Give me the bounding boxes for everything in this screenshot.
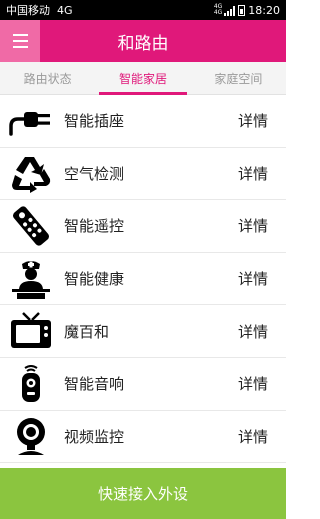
carrier-label: 中国移动 4G [6,4,73,17]
recycle-icon [3,151,59,195]
device-row-mobaihe[interactable]: 魔百和 详情 [0,305,286,358]
webcam-icon [3,414,59,458]
device-label: 魔百和 [64,322,110,341]
app-header: 和路由 [0,20,286,62]
tab-bar: 路由状态 智能家居 家庭空间 [0,62,286,95]
device-row-air-quality[interactable]: 空气检测 详情 [0,148,286,201]
detail-link[interactable]: 详情 [238,373,268,394]
signal-icon: 4G 4G [214,4,236,16]
quick-connect-button[interactable]: 快速接入外设 [0,468,286,519]
device-row-smart-plug[interactable]: 智能插座 详情 [0,95,286,148]
tab-smart-home[interactable]: 智能家居 [95,62,190,95]
device-list: 智能插座 详情 空气检测 详情 智能遥控 详情 智能健康 详情 魔百和 详情 智… [0,95,286,464]
tab-home-space[interactable]: 家庭空间 [191,62,286,94]
tv-icon [3,309,59,353]
device-label: 智能插座 [64,112,125,131]
remote-icon [3,204,59,248]
device-row-video-monitor[interactable]: 视频监控 详情 [0,411,286,464]
device-label: 空气检测 [64,164,125,183]
device-row-smart-speaker[interactable]: 智能音响 详情 [0,358,286,411]
device-label: 视频监控 [64,427,125,446]
detail-link[interactable]: 详情 [238,215,268,236]
plug-icon [3,99,59,143]
detail-link[interactable]: 详情 [238,321,268,342]
tab-router-status[interactable]: 路由状态 [0,62,95,94]
device-label: 智能健康 [64,270,125,289]
detail-link[interactable]: 详情 [238,110,268,131]
device-label: 智能音响 [64,375,125,394]
nurse-icon [3,257,59,301]
detail-link[interactable]: 详情 [238,268,268,289]
page-title: 和路由 [117,33,169,54]
device-row-smart-health[interactable]: 智能健康 详情 [0,253,286,306]
clock: 18:20 [248,3,280,17]
battery-icon [238,4,246,16]
device-label: 智能遥控 [64,217,125,236]
device-row-smart-remote[interactable]: 智能遥控 详情 [0,200,286,253]
status-icons: 4G 4G 18:20 [214,4,280,17]
detail-link[interactable]: 详情 [238,426,268,447]
status-bar: 中国移动 4G 4G 4G 18:20 [0,0,286,20]
speaker-icon [3,362,59,406]
menu-icon[interactable] [0,20,40,62]
detail-link[interactable]: 详情 [238,163,268,184]
